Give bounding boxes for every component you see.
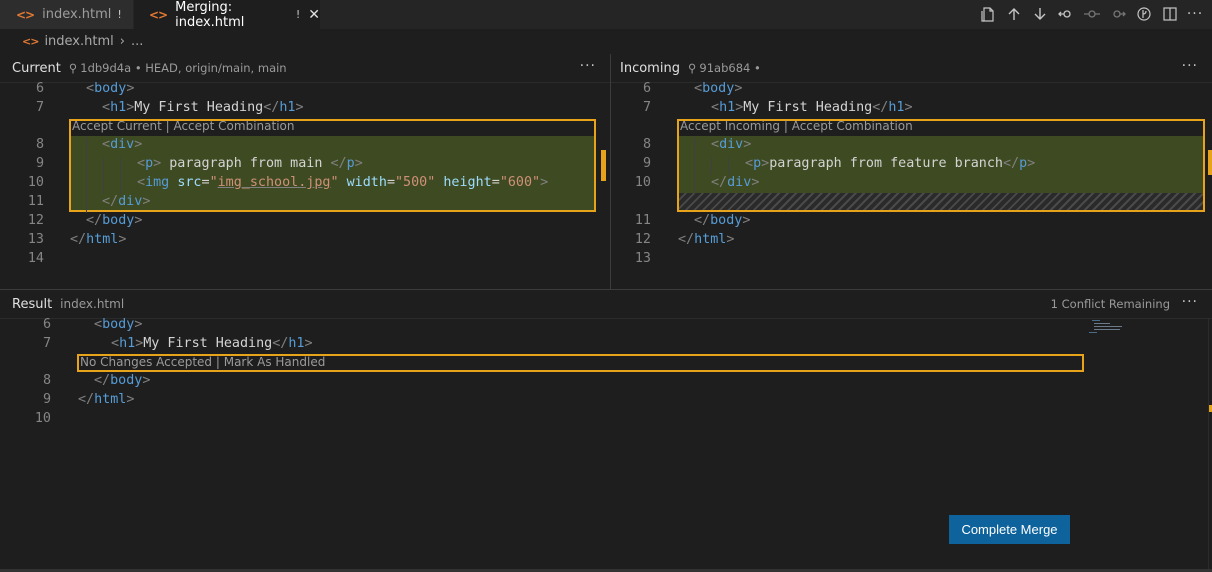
complete-merge-button[interactable]: Complete Merge (949, 515, 1070, 544)
breadcrumb: <> index.html › ... (0, 29, 1212, 54)
line-number: 8 (42, 373, 51, 388)
code-line: </div> (711, 175, 760, 190)
breadcrumb-more[interactable]: ... (131, 34, 143, 49)
line-number: 6 (642, 81, 651, 96)
code-line: <h1>My First Heading</h1> (111, 336, 313, 351)
line-number: 10 (27, 175, 44, 190)
code-line: </html> (678, 232, 735, 247)
codelens-incoming[interactable]: Accept Incoming | Accept Combination (680, 119, 913, 133)
line-number: 8 (642, 137, 651, 152)
commit-icon: ⚲ (687, 61, 697, 75)
code-line: </body> (86, 213, 143, 228)
close-icon[interactable]: ✕ (308, 7, 320, 23)
code-line: <h1>My First Heading</h1> (711, 100, 913, 115)
scroll-conflict-marker (601, 150, 606, 181)
line-number: 7 (642, 100, 651, 115)
code-line: <h1>My First Heading</h1> (102, 100, 304, 115)
dirty-indicator: ! (295, 8, 301, 21)
line-number: 9 (42, 392, 51, 407)
line-number: 9 (642, 156, 651, 171)
html-file-icon: <> (22, 35, 39, 48)
line-number: 13 (634, 251, 651, 266)
more-actions-icon[interactable]: ··· (1182, 58, 1198, 74)
current-pane-header: Current ⚲ 1db9d4a • HEAD, origin/main, m… (0, 54, 610, 82)
more-actions-icon[interactable]: ··· (580, 58, 596, 74)
next-conflict-icon[interactable] (1031, 5, 1049, 23)
previous-conflict-icon[interactable] (1005, 5, 1023, 23)
code-line: <div> (711, 137, 752, 152)
tab-merging-index-html[interactable]: <> Merging: index.html ! ✕ (134, 0, 320, 30)
pane-title: Result (12, 296, 53, 312)
tab-bar: <> index.html ! <> Merging: index.html !… (0, 0, 1212, 30)
commit-icon: ⚲ (68, 61, 78, 75)
code-line: </body> (94, 373, 151, 388)
tab-index-html[interactable]: <> index.html ! (0, 0, 133, 29)
split-editor-icon[interactable] (1161, 5, 1179, 23)
line-number: 6 (35, 81, 44, 96)
more-actions-icon[interactable]: ··· (1186, 5, 1204, 23)
code-line: </html> (70, 232, 127, 247)
code-line: <p> paragraph from main </p> (137, 156, 363, 171)
git-next-icon[interactable] (1109, 5, 1127, 23)
git-commit-icon[interactable] (1083, 5, 1101, 23)
result-pane-header: Result index.html 1 Conflict Remaining ·… (0, 290, 1212, 318)
line-number: 14 (27, 251, 44, 266)
commit-meta: 1db9d4a • HEAD, origin/main, main (80, 61, 287, 75)
scroll-conflict-marker (1208, 150, 1212, 175)
code-line: </div> (102, 194, 151, 209)
tab-label: index.html (42, 7, 112, 22)
breadcrumb-separator: › (119, 34, 125, 49)
line-number: 11 (634, 213, 651, 228)
line-number: 7 (35, 100, 44, 115)
code-line: <body> (94, 317, 143, 332)
line-number: 11 (27, 194, 44, 209)
pane-title: Current (12, 60, 61, 76)
code-line: </html> (78, 392, 135, 407)
code-line: <div> (102, 137, 143, 152)
conflict-status: 1 Conflict Remaining (1050, 297, 1170, 311)
line-number: 6 (42, 317, 51, 332)
pane-title: Incoming (620, 60, 680, 76)
incoming-pane-header: Incoming ⚲ 91ab684 • ··· (611, 54, 1212, 82)
open-file-icon[interactable] (979, 5, 997, 23)
git-branch-icon[interactable] (1135, 5, 1153, 23)
line-number: 12 (634, 232, 651, 247)
html-file-icon: <> (149, 7, 168, 22)
line-number: 13 (27, 232, 44, 247)
html-file-icon: <> (16, 7, 35, 22)
line-number: 8 (35, 137, 44, 152)
more-actions-icon[interactable]: ··· (1182, 294, 1198, 310)
dirty-indicator: ! (117, 8, 122, 21)
line-number: 10 (34, 411, 51, 426)
tab-label: Merging: index.html (175, 0, 245, 30)
code-line: </body> (694, 213, 751, 228)
breadcrumb-file[interactable]: index.html (44, 34, 113, 49)
minimap[interactable] (1088, 319, 1128, 339)
line-number: 10 (634, 175, 651, 190)
codelens-result[interactable]: No Changes Accepted | Mark As Handled (80, 355, 325, 369)
line-number: 7 (42, 336, 51, 351)
code-line: <body> (694, 81, 743, 96)
result-file: index.html (60, 297, 125, 311)
commit-meta: 91ab684 • (699, 61, 761, 75)
line-number: 9 (35, 156, 44, 171)
code-line: <body> (86, 81, 135, 96)
code-line: <img src="img_school.jpg" width="500" he… (137, 175, 549, 190)
line-number: 12 (27, 213, 44, 228)
codelens-current[interactable]: Accept Current | Accept Combination (72, 119, 294, 133)
code-line: <p>paragraph from feature branch</p> (745, 156, 1036, 171)
git-compare-icon[interactable] (1057, 5, 1075, 23)
